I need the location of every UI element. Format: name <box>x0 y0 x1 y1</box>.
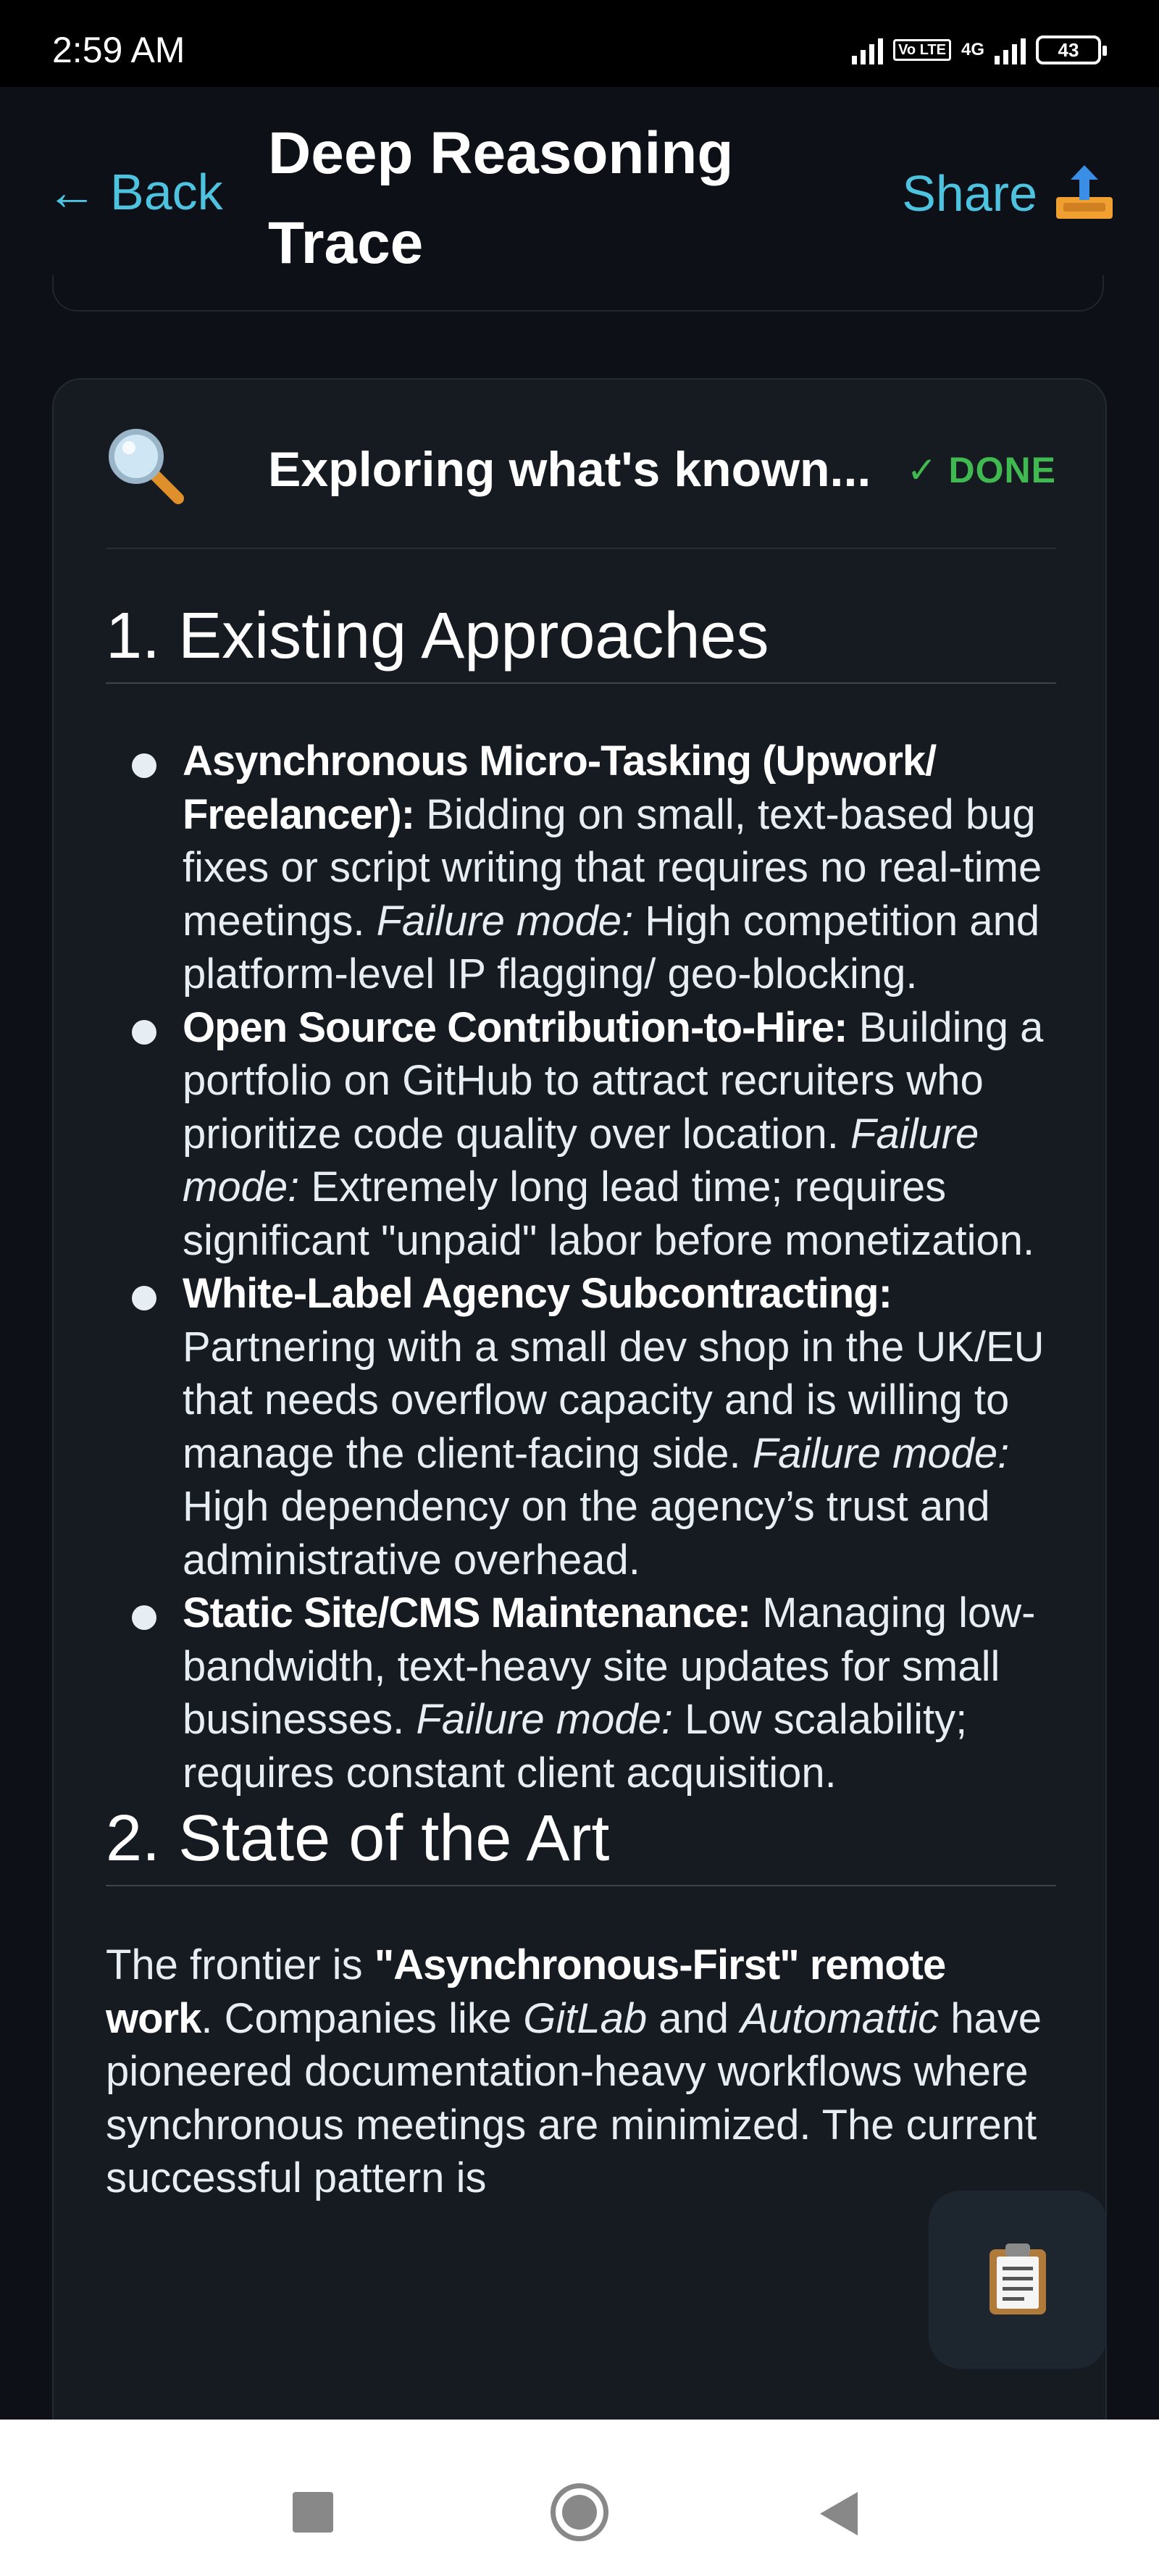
section-heading-existing-approaches: 1. Existing Approaches <box>106 597 1056 684</box>
failure-label: Failure mode: <box>752 1429 1010 1477</box>
back-arrow-icon: ← <box>46 164 97 220</box>
para-text: The frontier is <box>106 1941 375 1989</box>
failure-text: Extremely long lead time; requires signi… <box>183 1163 1035 1264</box>
card-body: 1. Existing Approaches Asynchronous Micr… <box>106 597 1056 2205</box>
item-title: Open Source Contribution-to-Hire: <box>183 1003 848 1051</box>
list-item: Open Source Contribution-to-Hire: Buildi… <box>106 1001 1056 1268</box>
company-name: GitLab <box>523 1994 648 2042</box>
share-label: Share <box>902 165 1037 222</box>
status-icons: Vo LTE 4G 43 <box>852 30 1107 70</box>
state-of-art-paragraph: The frontier is "Asynchronous-First" rem… <box>106 1939 1056 2205</box>
previous-card-edge <box>52 275 1104 311</box>
approaches-list: Asynchronous Micro-Tasking (Upwork/ Free… <box>106 735 1056 1799</box>
item-title: Static Site/CMS Maintenance: <box>183 1589 751 1636</box>
back-button[interactable]: ← Back <box>46 167 223 217</box>
system-nav-bar <box>0 2420 1159 2576</box>
list-item: White-Label Agency Subcontracting: Partn… <box>106 1267 1056 1586</box>
status-badge: ✓ DONE <box>906 450 1056 490</box>
back-triangle-icon[interactable] <box>820 2492 858 2535</box>
card-title: Exploring what's known... <box>268 442 871 497</box>
card-header[interactable]: Exploring what's known... ✓ DONE <box>106 380 1056 549</box>
copy-button[interactable] <box>929 2191 1107 2369</box>
para-text: and <box>647 1994 741 2042</box>
signal-strength-icon <box>852 35 884 64</box>
network-type-icon: 4G <box>961 40 984 59</box>
share-button[interactable]: Share <box>902 165 1116 222</box>
back-label: Back <box>110 164 223 220</box>
battery-icon: 43 <box>1036 35 1107 64</box>
failure-label: Failure mode: <box>416 1696 674 1743</box>
list-item: Static Site/CMS Maintenance: Managing lo… <box>106 1586 1056 1799</box>
list-item: Asynchronous Micro-Tasking (Upwork/ Free… <box>106 735 1056 1001</box>
company-name: Automattic <box>740 1994 940 2042</box>
failure-text: High dependency on the agency’s trust an… <box>183 1483 990 1584</box>
magnifying-glass-icon <box>109 429 184 504</box>
home-icon[interactable] <box>551 2483 608 2541</box>
para-text: . Companies like <box>201 1994 524 2042</box>
share-tray-icon <box>1056 165 1113 219</box>
recents-icon[interactable] <box>293 2492 333 2533</box>
clipboard-icon <box>989 2243 1046 2314</box>
battery-level: 43 <box>1058 38 1079 61</box>
page-title: Deep Reasoning Trace <box>268 120 734 276</box>
signal-strength-2-icon <box>995 35 1026 64</box>
status-time: 2:59 AM <box>52 30 185 70</box>
volte-icon: Vo LTE <box>893 39 951 61</box>
status-bar: 2:59 AM Vo LTE 4G 43 <box>0 0 1159 87</box>
failure-label: Failure mode: <box>376 897 634 945</box>
item-title: White-Label Agency Subcontracting: <box>183 1270 892 1317</box>
section-heading-state-of-the-art: 2. State of the Art <box>106 1799 1056 1886</box>
